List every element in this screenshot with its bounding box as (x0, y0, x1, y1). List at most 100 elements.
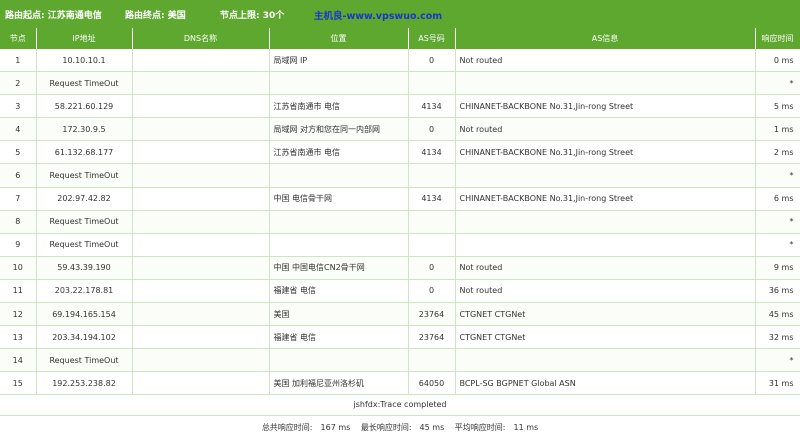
dns-cell (132, 371, 270, 396)
col-header-location: 位置 (269, 28, 409, 49)
hop-cell: 3 (0, 94, 37, 119)
response-time-cell: 32 ms (755, 325, 800, 350)
asinfo-cell: Not routed (455, 49, 756, 73)
table-row: 1 10.10.10.1 局域网 IP 0 Not routed 0 ms (0, 49, 800, 73)
hop-cell: 13 (0, 325, 37, 350)
hop-cell: 5 (0, 140, 37, 165)
dns-cell (132, 187, 270, 211)
asinfo-cell: CHINANET-BACKBONE No.31,Jin-rong Street (455, 94, 756, 119)
table-row: 15 192.253.238.82 美国 加利福尼亚州洛杉矶 64050 BCPL-SG… (0, 371, 800, 396)
location-cell (269, 348, 409, 373)
ip-cell: 59.43.39.190 (36, 256, 133, 280)
table-row: 9 Request TimeOut * (0, 233, 800, 257)
asinfo-cell: CHINANET-BACKBONE No.31,Jin-rong Street (455, 187, 756, 211)
location-cell (269, 163, 409, 188)
summary-bar: 总共响应时间: 167 ms 最长响应时间: 45 ms 平均响应时间: 11 ms (0, 416, 800, 440)
asn-cell: 4134 (408, 94, 456, 119)
ip-cell: Request TimeOut (36, 233, 133, 257)
hop-cell: 10 (0, 256, 37, 280)
asn-cell: 0 (408, 49, 456, 73)
hop-cell: 14 (0, 348, 37, 373)
location-cell: 福建省 电信 (269, 325, 409, 350)
ip-cell: 58.221.60.129 (36, 94, 133, 119)
table-row: 13 203.34.194.102 福建省 电信 23764 CTGNET CTGNet… (0, 325, 800, 350)
table-row: 4 172.30.9.5 局域网 对方和您在同一内部网 0 Not routed 1 ms (0, 117, 800, 142)
ip-cell: Request TimeOut (36, 163, 133, 188)
dns-cell (132, 117, 270, 142)
response-time-cell: 9 ms (755, 256, 800, 280)
location-cell: 中国 电信骨干网 (269, 187, 409, 211)
max-time-label: 最长响应时间: (360, 423, 412, 433)
total-time-value: 167 ms (320, 423, 351, 433)
dns-cell (132, 163, 270, 188)
col-header-asinfo: AS信息 (455, 28, 756, 49)
asinfo-cell: Not routed (455, 256, 756, 280)
location-cell: 美国 加利福尼亚州洛杉矶 (269, 371, 409, 396)
ip-cell: 10.10.10.1 (36, 49, 133, 73)
asinfo-cell (455, 71, 756, 96)
asn-cell (408, 210, 456, 234)
ip-cell: 192.253.238.82 (36, 371, 133, 396)
asinfo-cell: Not routed (455, 117, 756, 142)
ip-cell: Request TimeOut (36, 348, 133, 373)
hop-cell: 1 (0, 49, 37, 73)
ip-cell: 203.34.194.102 (36, 325, 133, 350)
table-row: 3 58.221.60.129 江苏省南通市 电信 4134 CHINANET-BACK… (0, 94, 800, 119)
ip-cell: 69.194.165.154 (36, 302, 133, 327)
response-time-cell: 6 ms (755, 187, 800, 211)
location-cell: 中国 中国电信CN2骨干网 (269, 256, 409, 280)
asn-cell (408, 233, 456, 257)
site-watermark: 主机良-www.vpswuo.com (314, 11, 443, 22)
asinfo-cell (455, 163, 756, 188)
location-cell: 江苏省南通市 电信 (269, 140, 409, 165)
hop-cell: 12 (0, 302, 37, 327)
dns-cell (132, 256, 270, 280)
asinfo-cell (455, 233, 756, 257)
table-header-row: 节点 IP地址 DNS名称 位置 AS号码 AS信息 响应时间 (0, 28, 800, 49)
ip-cell: 61.132.68.177 (36, 140, 133, 165)
asn-cell: 4134 (408, 187, 456, 211)
location-cell (269, 233, 409, 257)
hop-cell: 7 (0, 187, 37, 211)
response-time-cell: 0 ms (755, 49, 800, 73)
location-cell: 福建省 电信 (269, 279, 409, 304)
col-header-asn: AS号码 (408, 28, 456, 49)
hop-cell: 9 (0, 233, 37, 257)
dns-cell (132, 279, 270, 304)
table-row: 7 202.97.42.82 中国 电信骨干网 4134 CHINANET-BACKBO… (0, 187, 800, 211)
asinfo-cell: CTGNET CTGNet (455, 325, 756, 350)
table-row: 5 61.132.68.177 江苏省南通市 电信 4134 CHINANET-BACK… (0, 140, 800, 165)
dns-cell (132, 210, 270, 234)
trace-results-table: 节点 IP地址 DNS名称 位置 AS号码 AS信息 响应时间 1 10.10.1… (0, 28, 800, 396)
hop-cell: 2 (0, 71, 37, 96)
hop-cell: 15 (0, 371, 37, 396)
dns-cell (132, 140, 270, 165)
asinfo-cell: CHINANET-BACKBONE No.31,Jin-rong Street (455, 140, 756, 165)
location-cell: 江苏省南通市 电信 (269, 94, 409, 119)
asinfo-cell: Not routed (455, 279, 756, 304)
avg-time-value: 11 ms (513, 423, 539, 433)
asn-cell: 23764 (408, 302, 456, 327)
max-time-value: 45 ms (419, 423, 445, 433)
ip-cell: 202.97.42.82 (36, 187, 133, 211)
response-time-cell: 1 ms (755, 117, 800, 142)
table-row: 2 Request TimeOut * (0, 71, 800, 96)
table-row: 8 Request TimeOut * (0, 210, 800, 234)
response-time-cell: * (755, 210, 800, 234)
table-row: 6 Request TimeOut * (0, 163, 800, 188)
table-row: 12 69.194.165.154 美国 23764 CTGNET CTGNet 45 m… (0, 302, 800, 327)
col-header-hop: 节点 (0, 28, 37, 49)
response-time-cell: 45 ms (755, 302, 800, 327)
dns-cell (132, 71, 270, 96)
dns-cell (132, 233, 270, 257)
response-time-cell: * (755, 233, 800, 257)
location-cell: 美国 (269, 302, 409, 327)
asn-cell (408, 163, 456, 188)
asn-cell: 0 (408, 256, 456, 280)
asinfo-cell (455, 348, 756, 373)
hop-limit-label: 节点上限: 30个 (220, 11, 285, 21)
response-time-cell: * (755, 348, 800, 373)
table-row: 10 59.43.39.190 中国 中国电信CN2骨干网 0 Not routed 9 … (0, 256, 800, 280)
ip-cell: Request TimeOut (36, 210, 133, 234)
table-row: 11 203.22.178.81 福建省 电信 0 Not routed 36 ms (0, 279, 800, 304)
